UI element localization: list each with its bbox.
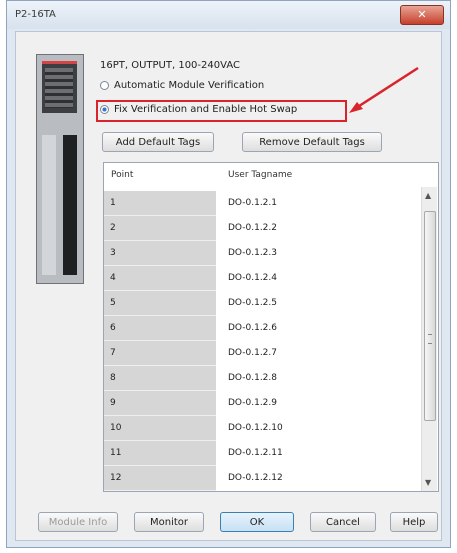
module-description: 16PT, OUTPUT, 100-240VAC [100, 60, 240, 71]
remove-default-tags-button[interactable]: Remove Default Tags [242, 132, 382, 152]
tagname-cell[interactable]: DO-0.1.2.2 [216, 216, 422, 241]
point-cell: 2 [104, 216, 216, 241]
close-icon: ✕ [417, 8, 427, 21]
tagname-cell[interactable]: DO-0.1.2.8 [216, 366, 422, 391]
point-cell: 7 [104, 341, 216, 366]
point-cell: 12 [104, 466, 216, 491]
table-row[interactable]: 7 DO-0.1.2.7 [104, 341, 422, 366]
dialog-body: 16PT, OUTPUT, 100-240VAC Automatic Modul… [15, 31, 442, 541]
tagname-cell[interactable]: DO-0.1.2.1 [216, 191, 422, 216]
tag-grid[interactable]: Point User Tagname 1 DO-0.1.2.1 2 DO-0.1.2… [103, 162, 439, 492]
dialog-window: P2-16TA ✕ 16PT, OUTPUT, 100-240VAC Autom… [6, 0, 451, 548]
point-cell: 4 [104, 266, 216, 291]
tagname-cell[interactable]: DO-0.1.2.12 [216, 466, 422, 491]
table-row[interactable]: 6 DO-0.1.2.6 [104, 316, 422, 341]
point-cell: 6 [104, 316, 216, 341]
tagname-cell[interactable]: DO-0.1.2.7 [216, 341, 422, 366]
module-connector [63, 135, 77, 275]
table-row[interactable]: 9 DO-0.1.2.9 [104, 391, 422, 416]
point-cell: 11 [104, 441, 216, 466]
option-automatic-verification[interactable]: Automatic Module Verification [100, 80, 264, 91]
column-header-point[interactable]: Point [104, 163, 219, 187]
point-cell: 5 [104, 291, 216, 316]
module-led-array [45, 68, 73, 108]
table-row[interactable]: 12 DO-0.1.2.12 [104, 466, 422, 491]
add-default-tags-button[interactable]: Add Default Tags [102, 132, 214, 152]
tagname-cell[interactable]: DO-0.1.2.10 [216, 416, 422, 441]
option-label: Automatic Module Verification [114, 80, 265, 91]
monitor-button[interactable]: Monitor [134, 512, 204, 532]
table-row[interactable]: 2 DO-0.1.2.2 [104, 216, 422, 241]
table-row[interactable]: 1 DO-0.1.2.1 [104, 191, 422, 216]
red-arrow-icon [349, 66, 419, 113]
ok-button[interactable]: OK [220, 512, 294, 532]
annotation-highlight-box [96, 100, 347, 122]
window-title: P2-16TA [15, 9, 56, 20]
point-cell: 9 [104, 391, 216, 416]
table-row[interactable]: 10 DO-0.1.2.10 [104, 416, 422, 441]
tagname-cell[interactable]: DO-0.1.2.11 [216, 441, 422, 466]
tagname-cell[interactable]: DO-0.1.2.6 [216, 316, 422, 341]
module-status-strip [42, 61, 77, 64]
tagname-cell[interactable]: DO-0.1.2.5 [216, 291, 422, 316]
table-row[interactable]: 3 DO-0.1.2.3 [104, 241, 422, 266]
module-info-button[interactable]: Module Info [38, 512, 118, 532]
tagname-cell[interactable]: DO-0.1.2.9 [216, 391, 422, 416]
table-row[interactable]: 4 DO-0.1.2.4 [104, 266, 422, 291]
chevron-down-icon[interactable]: ▼ [425, 478, 431, 487]
chevron-up-icon[interactable]: ▲ [425, 191, 431, 200]
scrollbar-thumb[interactable] [424, 211, 436, 421]
module-label-strip [42, 135, 56, 275]
tagname-cell[interactable]: DO-0.1.2.4 [216, 266, 422, 291]
grid-header: Point User Tagname [104, 163, 438, 187]
point-cell: 10 [104, 416, 216, 441]
tagname-cell[interactable]: DO-0.1.2.3 [216, 241, 422, 266]
grid-rows: 1 DO-0.1.2.1 2 DO-0.1.2.2 3 DO-0.1.2.3 4 DO-… [104, 191, 422, 491]
cancel-button[interactable]: Cancel [310, 512, 376, 532]
point-cell: 8 [104, 366, 216, 391]
vertical-scrollbar[interactable]: ▲ ▼ [421, 187, 437, 491]
title-bar[interactable]: P2-16TA ✕ [7, 1, 450, 29]
radio-button[interactable] [100, 81, 109, 90]
help-button[interactable]: Help [390, 512, 438, 532]
column-header-user-tagname[interactable]: User Tagname [219, 163, 419, 187]
module-image [36, 54, 84, 284]
table-row[interactable]: 5 DO-0.1.2.5 [104, 291, 422, 316]
point-cell: 3 [104, 241, 216, 266]
table-row[interactable]: 11 DO-0.1.2.11 [104, 441, 422, 466]
close-button[interactable]: ✕ [400, 5, 444, 25]
grip-icon [428, 334, 432, 344]
table-row[interactable]: 8 DO-0.1.2.8 [104, 366, 422, 391]
point-cell: 1 [104, 191, 216, 216]
